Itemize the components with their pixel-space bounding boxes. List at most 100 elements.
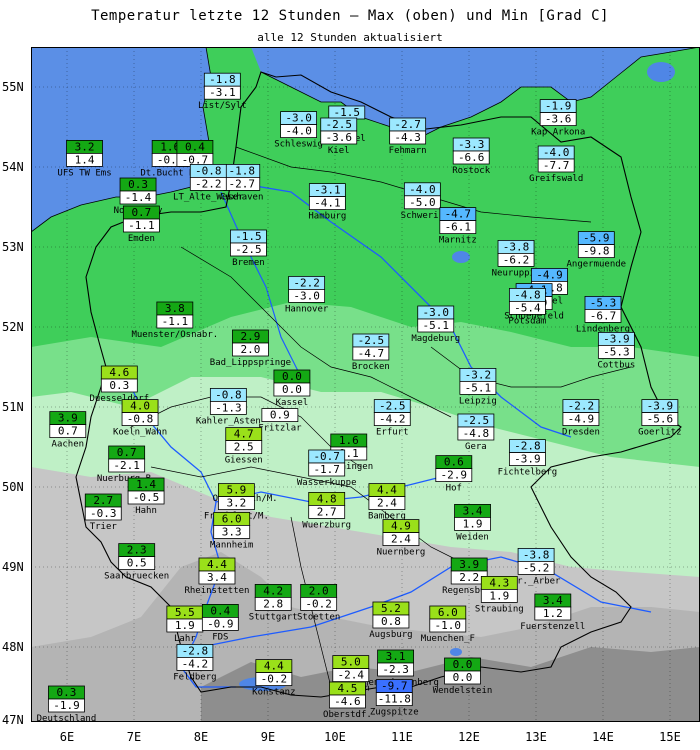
min-value: -9.8 [583,245,610,258]
max-value: 4.4 [264,660,284,673]
min-value: 2.2 [459,571,479,584]
max-value: 2.7 [93,494,113,507]
station-name: Zugspitze [370,708,419,718]
min-value: 2.0 [240,343,260,356]
lon-label-14e: 14E [592,730,614,744]
min-value: -2.9 [441,469,468,482]
max-value: 5.9 [226,484,246,497]
station-gr-arber: -3.8-5.2 Gr._Arber [512,547,561,586]
station-name: Muenchen_F [421,634,475,644]
lon-label-10e: 10E [324,730,346,744]
station-name: Dresden [562,428,600,438]
station-name: Hannover [285,304,329,314]
station-oberstdf-: 4.5-4.6 Oberstdf. [323,681,372,720]
max-value: -4.7 [445,208,472,221]
chiemsee-lake [450,648,462,656]
station-name: Koeln_Wahn [113,428,167,438]
station-konstanz: 4.4-0.2 Konstanz [252,659,296,698]
min-value: 0.8 [381,615,401,628]
min-value: 1.2 [543,607,563,620]
station-name: Marnitz [439,236,477,246]
lat-label-50n: 50N [2,480,24,494]
station-name: Fritzlar [258,424,302,434]
min-value: -0.9 [207,617,234,630]
max-value: 5.2 [381,602,401,615]
max-value: -1.8 [228,164,255,177]
max-value: -4.0 [409,183,436,196]
station-cottbus: -3.9-5.3 Cottbus [597,331,635,370]
max-value: -2.8 [182,644,209,657]
station-name: Fehmarn [389,146,427,156]
station-name: Kap Arkona [531,128,585,138]
station-name: Potsdam [508,316,546,326]
max-value: -1.5 [235,230,261,243]
max-value: 4.0 [130,400,150,413]
min-value: 0.3 [109,379,129,392]
lon-label-15e: 15E [659,730,681,744]
min-value: -3.0 [293,289,320,302]
station-mannheim: 6.03.3 Mannheim [210,511,253,550]
max-value: -3.0 [285,112,312,125]
station-name: Erfurt [376,428,409,438]
max-value: 0.3 [128,178,148,191]
station-name: Lahr [174,634,196,644]
station-dresden: -2.2-4.9 Dresden [562,399,600,438]
min-value: 0.7 [58,425,78,438]
max-value: 3.1 [386,650,406,663]
max-value: -2.7 [394,118,421,131]
min-value: -5.6 [647,413,674,426]
min-value: -1.1 [162,315,189,328]
min-value: -4.6 [334,695,361,708]
max-value: -1.9 [545,100,572,113]
min-value: -5.2 [523,561,550,574]
station-kassel: 0.00.0 Kassel [273,369,311,408]
max-value: 4.9 [391,520,411,533]
max-value: 3.4 [543,594,563,607]
lat-label-55n: 55N [2,80,24,94]
station-name: Oberstdf. [323,710,372,720]
max-value: 4.3 [489,576,509,589]
max-value: -3.1 [314,184,341,197]
station-erfurt: -2.5-4.2 Erfurt [373,399,411,438]
min-value: 3.4 [207,571,227,584]
min-value: 1.9 [175,619,195,632]
min-value: -4.7 [358,347,385,360]
min-value: 0.0 [282,383,302,396]
max-value: -3.3 [458,138,485,151]
mueritz-lake [452,251,470,263]
lat-label-51n: 51N [2,400,24,414]
station-name: Bremen [232,258,265,268]
max-value: -5.3 [590,296,617,309]
max-value: -0.8 [215,388,242,401]
min-value: 0.5 [127,557,147,570]
max-value: 0.4 [210,604,230,617]
station-name: Rheinstetten [184,586,249,596]
min-value: -0.8 [127,413,154,426]
station-name: Gr._Arber [512,576,561,586]
station-feldberg: -2.8-4.2 Feldberg [173,644,217,682]
min-value: -3.9 [514,453,541,466]
max-value: 4.4 [207,558,227,571]
max-value: 3.2 [75,140,95,153]
max-value: -3.8 [503,240,530,253]
station-name: Kahler_Asten [196,416,261,426]
max-value: -9.7 [381,680,408,693]
station-leipzig: -3.2-5.1 Leipzig [459,367,497,406]
min-value: -4.0 [285,125,312,138]
station-name: Kiel [328,146,350,156]
station-name: Fuerstenzell [520,622,585,632]
max-value: -2.5 [463,414,490,427]
station-name: Hof [446,484,462,494]
max-value: -4.9 [536,268,563,281]
station-name: Stoetten [297,612,340,622]
station-name: Bad_Lippspringe [210,358,291,368]
min-value: 2.7 [317,505,337,518]
min-value: -0.2 [305,597,332,610]
max-value: 4.6 [109,366,129,379]
min-value: 1.9 [489,589,509,602]
station-name: Mannheim [210,540,253,550]
max-value: 3.9 [58,412,78,425]
station-emden: 0.7-1.1 Emden [122,205,160,244]
min-value: -2.4 [338,669,365,682]
min-value: 2.8 [263,597,283,610]
